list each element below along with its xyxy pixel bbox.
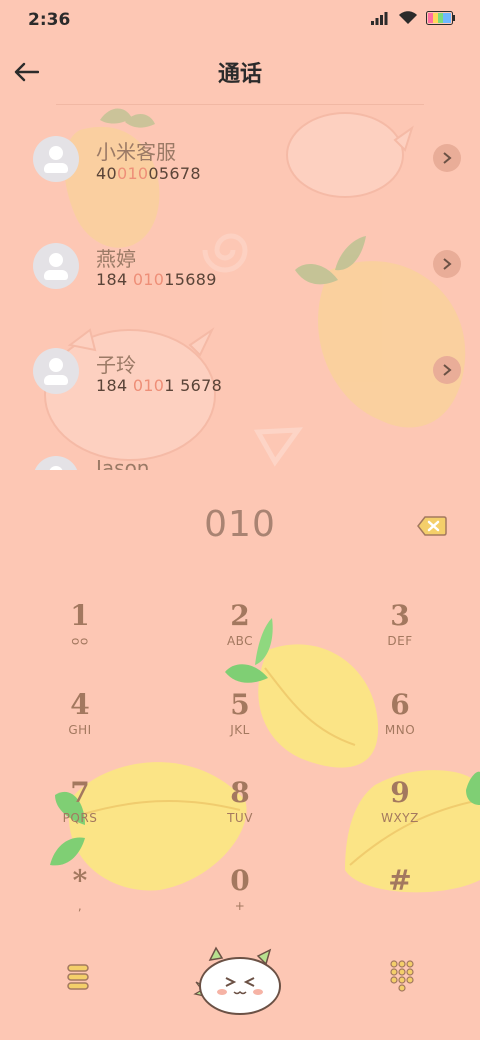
- contact-number: 184 0101 5678: [96, 376, 223, 395]
- dialpad-icon: [390, 960, 414, 992]
- avatar: [33, 243, 79, 289]
- status-icons: [370, 10, 456, 25]
- key-9[interactable]: 9 WXYZ: [330, 777, 470, 857]
- status-time: 2:36: [28, 10, 71, 30]
- call-button[interactable]: [192, 938, 288, 1018]
- status-bar: 2:36: [0, 0, 480, 40]
- dial-number-display[interactable]: 010: [0, 504, 480, 545]
- avatar: [33, 456, 79, 470]
- page-title: 通话: [217, 62, 262, 87]
- contact-row[interactable]: 小米客服 4001005678: [0, 104, 480, 210]
- chevron-right-icon: [443, 152, 452, 164]
- header: 通话: [0, 44, 480, 100]
- voicemail-icon: ᴑᴑ: [71, 634, 89, 648]
- signal-icon: [371, 11, 388, 25]
- backspace-icon: [417, 516, 447, 536]
- key-5[interactable]: 5 JKL: [170, 689, 310, 769]
- contact-detail-button[interactable]: [433, 356, 461, 384]
- key-2[interactable]: 2 ABC: [170, 600, 310, 680]
- chevron-right-icon: [443, 258, 452, 270]
- chevron-right-icon: [443, 364, 452, 376]
- key-4[interactable]: 4 GHI: [10, 689, 150, 769]
- key-6[interactable]: 6 MNO: [330, 689, 470, 769]
- contact-row[interactable]: 子玲 184 0101 5678: [0, 316, 480, 422]
- wifi-icon: [399, 11, 417, 24]
- avatar: [33, 348, 79, 394]
- contact-row[interactable]: Jason: [0, 422, 480, 470]
- contact-detail-button[interactable]: [433, 250, 461, 278]
- contact-row[interactable]: 燕婷 184 01015689: [0, 210, 480, 316]
- contact-number: 184 01015689: [96, 270, 217, 289]
- menu-icon: [67, 964, 89, 990]
- contact-list[interactable]: 小米客服 4001005678 燕婷 184 01015689 子玲 184 0…: [0, 104, 480, 470]
- key-7[interactable]: 7 PQRS: [10, 777, 150, 857]
- contact-name: 小米客服: [96, 140, 176, 164]
- keypad-toggle-button[interactable]: [384, 958, 420, 994]
- delete-button[interactable]: [416, 514, 448, 538]
- menu-button[interactable]: [60, 962, 96, 992]
- contact-name: 燕婷: [96, 247, 136, 271]
- bottom-bar: [0, 930, 480, 1040]
- avatar: [33, 136, 79, 182]
- key-1[interactable]: 1 ᴑᴑ: [10, 600, 150, 680]
- contact-name: 子玲: [96, 353, 136, 377]
- battery-icon: [426, 10, 455, 25]
- contact-detail-button[interactable]: [433, 144, 461, 172]
- key-3[interactable]: 3 DEF: [330, 600, 470, 680]
- contact-name: Jason: [96, 456, 150, 470]
- mascot-call-icon: [193, 946, 281, 1015]
- contact-number: 4001005678: [96, 164, 201, 183]
- key-8[interactable]: 8 TUV: [170, 777, 310, 857]
